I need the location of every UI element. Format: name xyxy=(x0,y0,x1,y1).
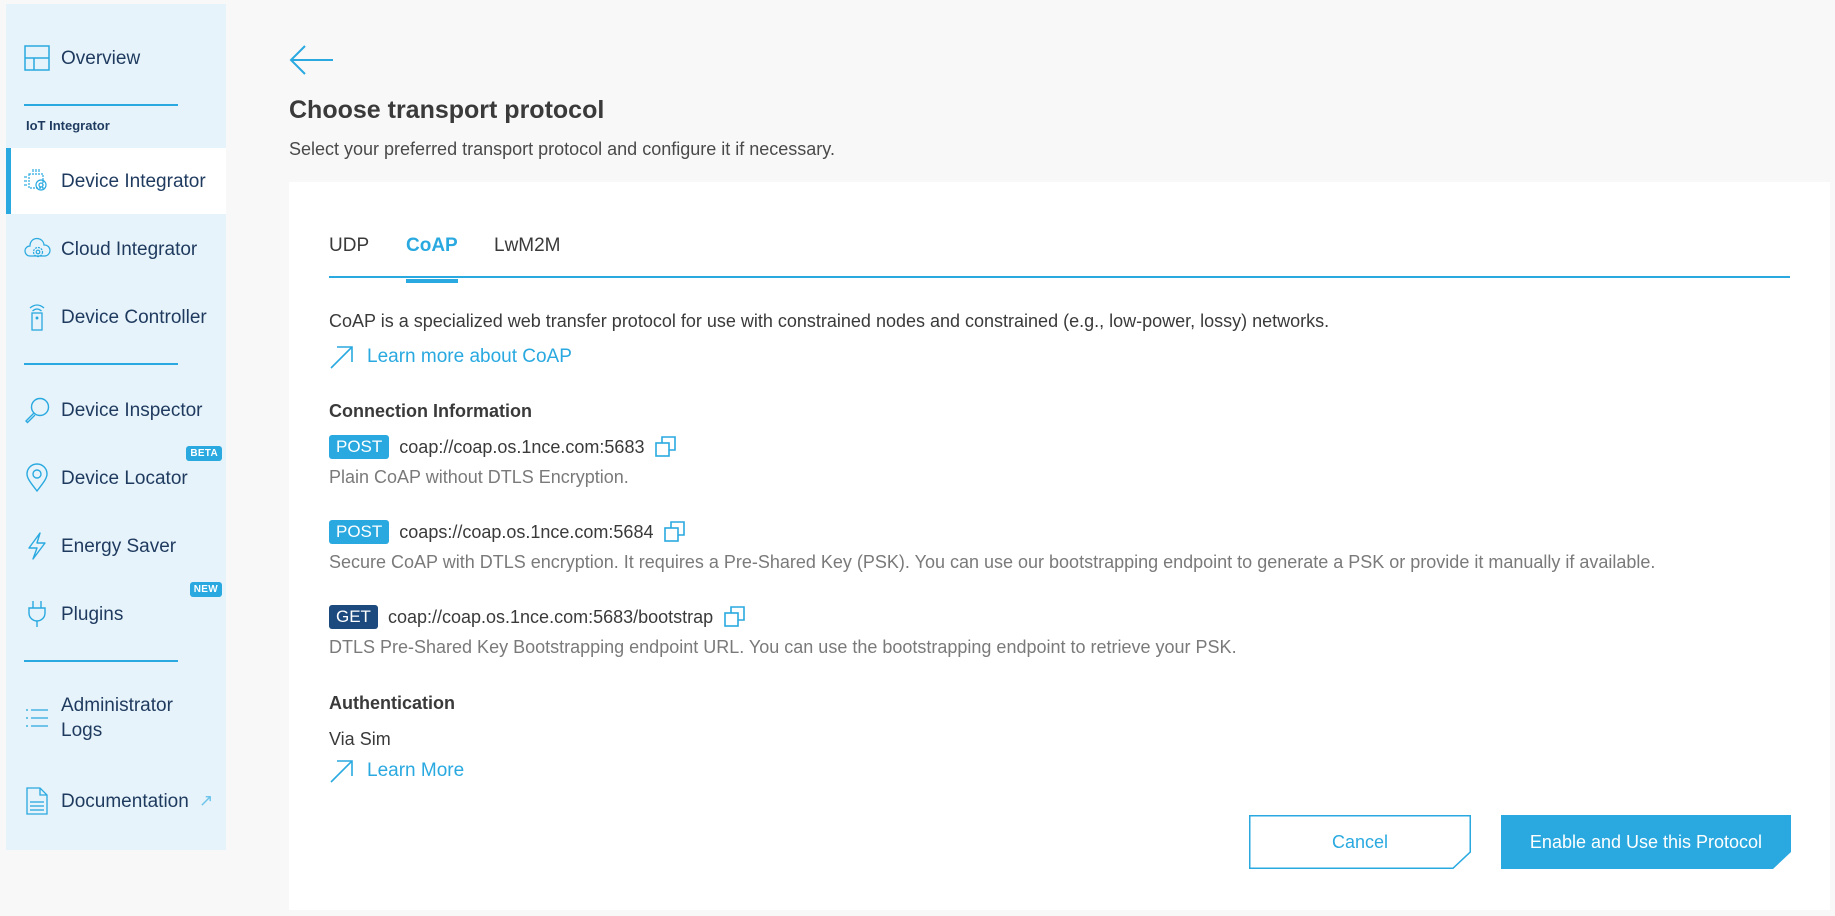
back-button[interactable] xyxy=(289,44,335,76)
tab-coap[interactable]: CoAP xyxy=(406,235,458,283)
cloud-gear-icon xyxy=(23,235,51,263)
sidebar-item-cloud-integrator[interactable]: Cloud Integrator xyxy=(6,216,226,282)
sidebar-item-documentation[interactable]: Documentation ↗ xyxy=(6,768,226,834)
document-icon xyxy=(23,787,51,815)
method-badge: POST xyxy=(329,520,390,544)
authentication-value: Via Sim xyxy=(329,729,391,749)
new-badge: NEW xyxy=(189,582,222,597)
sidebar-item-label: Device Controller xyxy=(61,306,207,328)
copy-icon[interactable] xyxy=(723,605,747,629)
sidebar-item-plugins[interactable]: Plugins NEW xyxy=(6,581,226,647)
arrow-up-right-icon xyxy=(330,346,353,369)
learn-more-label: Learn More xyxy=(367,760,465,781)
magnifier-icon xyxy=(23,396,51,424)
endpoint-row: POST coap://coap.os.1nce.com:5683 xyxy=(329,435,678,459)
device-gear-icon xyxy=(23,167,51,195)
protocol-card: UDP CoAP LwM2M CoAP is a specialized web… xyxy=(289,182,1830,910)
remote-signal-icon xyxy=(23,303,51,331)
endpoint-description: Secure CoAP with DTLS encryption. It req… xyxy=(329,552,1656,572)
authentication-heading: Authentication xyxy=(329,693,455,713)
plug-icon xyxy=(23,600,51,628)
endpoint-url: coap://coap.os.1nce.com:5683 xyxy=(399,436,645,457)
external-link-icon: ↗ xyxy=(199,791,214,810)
protocol-description: CoAP is a specialized web transfer proto… xyxy=(329,311,1330,331)
sidebar-divider xyxy=(24,660,178,662)
sidebar-item-label: Cloud Integrator xyxy=(61,238,198,260)
sidebar-item-device-integrator[interactable]: Device Integrator xyxy=(6,148,226,214)
page-title: Choose transport protocol xyxy=(289,96,605,124)
sidebar-item-device-locator[interactable]: Device Locator BETA xyxy=(6,445,226,511)
sidebar: Overview IoT Integrator Device Integrato… xyxy=(6,4,226,850)
sidebar-item-label: Documentation xyxy=(61,790,189,812)
sidebar-divider xyxy=(24,363,178,365)
sidebar-item-device-controller[interactable]: Device Controller xyxy=(6,284,226,350)
arrow-up-right-icon xyxy=(330,760,353,783)
enable-label: Enable and Use this Protocol xyxy=(1529,831,1763,852)
sidebar-divider xyxy=(24,104,178,106)
learn-more-coap-label: Learn more about CoAP xyxy=(367,346,572,367)
page-subtitle: Select your preferred transport protocol… xyxy=(289,139,835,159)
learn-more-coap-link[interactable]: Learn more about CoAP xyxy=(329,344,572,370)
sidebar-item-label: Energy Saver xyxy=(61,535,177,557)
layout-icon xyxy=(23,44,51,72)
protocol-tabs: UDP CoAP LwM2M xyxy=(329,182,1790,283)
endpoint-url: coaps://coap.os.1nce.com:5684 xyxy=(399,521,654,542)
endpoint-description: Plain CoAP without DTLS Encryption. xyxy=(329,467,629,487)
arrow-left-icon xyxy=(289,45,333,75)
endpoint-row: POST coaps://coap.os.1nce.com:5684 xyxy=(329,520,687,544)
learn-more-link[interactable]: Learn More xyxy=(329,758,464,784)
enable-protocol-button[interactable]: Enable and Use this Protocol xyxy=(1501,815,1791,869)
lightning-icon xyxy=(23,532,51,560)
sidebar-item-administrator-logs[interactable]: Administrator Logs xyxy=(6,678,226,758)
sidebar-section-label: IoT Integrator xyxy=(26,118,110,133)
copy-icon[interactable] xyxy=(654,435,678,459)
cancel-label: Cancel xyxy=(1331,831,1389,852)
endpoint-url: coap://coap.os.1nce.com:5683/bootstrap xyxy=(387,606,714,627)
sidebar-item-device-inspector[interactable]: Device Inspector xyxy=(6,377,226,443)
cancel-button[interactable]: Cancel xyxy=(1249,815,1471,869)
tab-lwm2m[interactable]: LwM2M xyxy=(494,235,561,281)
location-pin-icon xyxy=(23,463,51,493)
sidebar-item-label: Device Inspector xyxy=(61,399,203,421)
sidebar-item-label: Device Locator xyxy=(61,467,188,489)
method-badge: GET xyxy=(329,605,378,629)
sidebar-item-label: Device Integrator xyxy=(61,170,206,192)
copy-icon[interactable] xyxy=(663,520,687,544)
endpoint-row: GET coap://coap.os.1nce.com:5683/bootstr… xyxy=(329,605,747,629)
list-icon xyxy=(23,704,51,732)
sidebar-item-energy-saver[interactable]: Energy Saver xyxy=(6,513,226,579)
connection-info-heading: Connection Information xyxy=(329,401,532,421)
sidebar-item-label: Plugins xyxy=(61,603,124,625)
tab-udp[interactable]: UDP xyxy=(329,235,369,281)
method-badge: POST xyxy=(329,435,390,459)
sidebar-item-overview[interactable]: Overview xyxy=(6,25,226,91)
sidebar-item-label: Administrator xyxy=(61,695,173,716)
sidebar-item-label: Overview xyxy=(61,47,141,69)
endpoint-description: DTLS Pre-Shared Key Bootstrapping endpoi… xyxy=(329,637,1237,657)
beta-badge: BETA xyxy=(186,446,222,461)
sidebar-item-label-line2: Logs xyxy=(61,720,103,741)
